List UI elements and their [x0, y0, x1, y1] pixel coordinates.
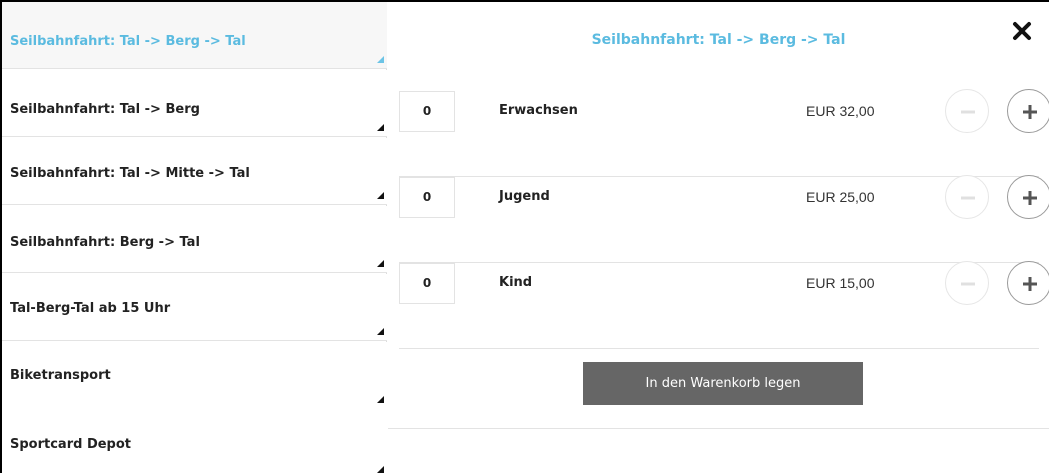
- corner-triangle-icon: [377, 124, 384, 131]
- increase-button[interactable]: [1007, 175, 1049, 219]
- quantity-field[interactable]: 0: [399, 263, 455, 304]
- ticket-price: EUR 25,00: [806, 189, 875, 205]
- sidebar-item-label: Seilbahnfahrt: Berg -> Tal: [10, 235, 200, 250]
- sidebar-item-tal-berg[interactable]: Seilbahnfahrt: Tal -> Berg: [2, 70, 387, 137]
- sidebar-item-sportcard-depot[interactable]: Sportcard Depot: [2, 408, 387, 473]
- minus-icon: [961, 196, 975, 200]
- sidebar-item-label: Tal-Berg-Tal ab 15 Uhr: [10, 301, 171, 316]
- sidebar-item-label: Seilbahnfahrt: Tal -> Berg -> Tal: [10, 34, 246, 49]
- minus-icon: [961, 282, 975, 286]
- ticket-row-jugend: 0 Jugend EUR 25,00: [399, 175, 1049, 263]
- sidebar-item-ab-15-uhr[interactable]: Tal-Berg-Tal ab 15 Uhr: [2, 274, 387, 341]
- sidebar-item-label: Sportcard Depot: [10, 437, 132, 452]
- sidebar-item-tal-mitte-tal[interactable]: Seilbahnfahrt: Tal -> Mitte -> Tal: [2, 138, 387, 205]
- increase-button[interactable]: [1007, 261, 1049, 305]
- ticket-type-label: Jugend: [499, 189, 550, 204]
- ticket-row-erwachsen: 0 Erwachsen EUR 32,00: [399, 89, 1049, 177]
- increase-button[interactable]: [1007, 89, 1049, 133]
- corner-triangle-icon: [377, 192, 384, 199]
- corner-triangle-icon: [377, 328, 384, 335]
- sidebar-item-label: Seilbahnfahrt: Tal -> Mitte -> Tal: [10, 166, 250, 181]
- add-to-cart-button[interactable]: In den Warenkorb legen: [583, 362, 863, 405]
- plus-icon: [1023, 105, 1037, 119]
- close-icon[interactable]: [1009, 18, 1035, 44]
- sidebar-item-tal-berg-tal[interactable]: Seilbahnfahrt: Tal -> Berg -> Tal: [2, 2, 387, 69]
- quantity-field[interactable]: 0: [399, 177, 455, 218]
- decrease-button[interactable]: [945, 89, 989, 133]
- corner-triangle-icon: [377, 260, 384, 267]
- panel-title: Seilbahnfahrt: Tal -> Berg -> Tal: [591, 32, 846, 48]
- ticket-category-sidebar: Seilbahnfahrt: Tal -> Berg -> Tal Seilba…: [2, 2, 387, 473]
- ticket-price: EUR 32,00: [806, 103, 875, 119]
- sidebar-item-label: Biketransport: [10, 368, 111, 383]
- decrease-button[interactable]: [945, 175, 989, 219]
- plus-icon: [1023, 277, 1037, 291]
- corner-triangle-icon: [377, 466, 384, 473]
- ticket-row-kind: 0 Kind EUR 15,00: [399, 261, 1049, 349]
- ticket-price: EUR 15,00: [806, 275, 875, 291]
- ticket-type-label: Erwachsen: [499, 103, 578, 118]
- decrease-button[interactable]: [945, 261, 989, 305]
- corner-triangle-icon: [377, 56, 384, 63]
- sidebar-item-berg-tal[interactable]: Seilbahnfahrt: Berg -> Tal: [2, 206, 387, 273]
- ticket-detail-panel: Seilbahnfahrt: Tal -> Berg -> Tal 0 Erwa…: [388, 2, 1049, 429]
- sidebar-item-biketransport[interactable]: Biketransport: [2, 342, 387, 409]
- quantity-field[interactable]: 0: [399, 91, 455, 132]
- corner-triangle-icon: [377, 396, 384, 403]
- sidebar-item-label: Seilbahnfahrt: Tal -> Berg: [10, 102, 200, 117]
- minus-icon: [961, 110, 975, 114]
- ticket-type-label: Kind: [499, 275, 533, 290]
- plus-icon: [1023, 191, 1037, 205]
